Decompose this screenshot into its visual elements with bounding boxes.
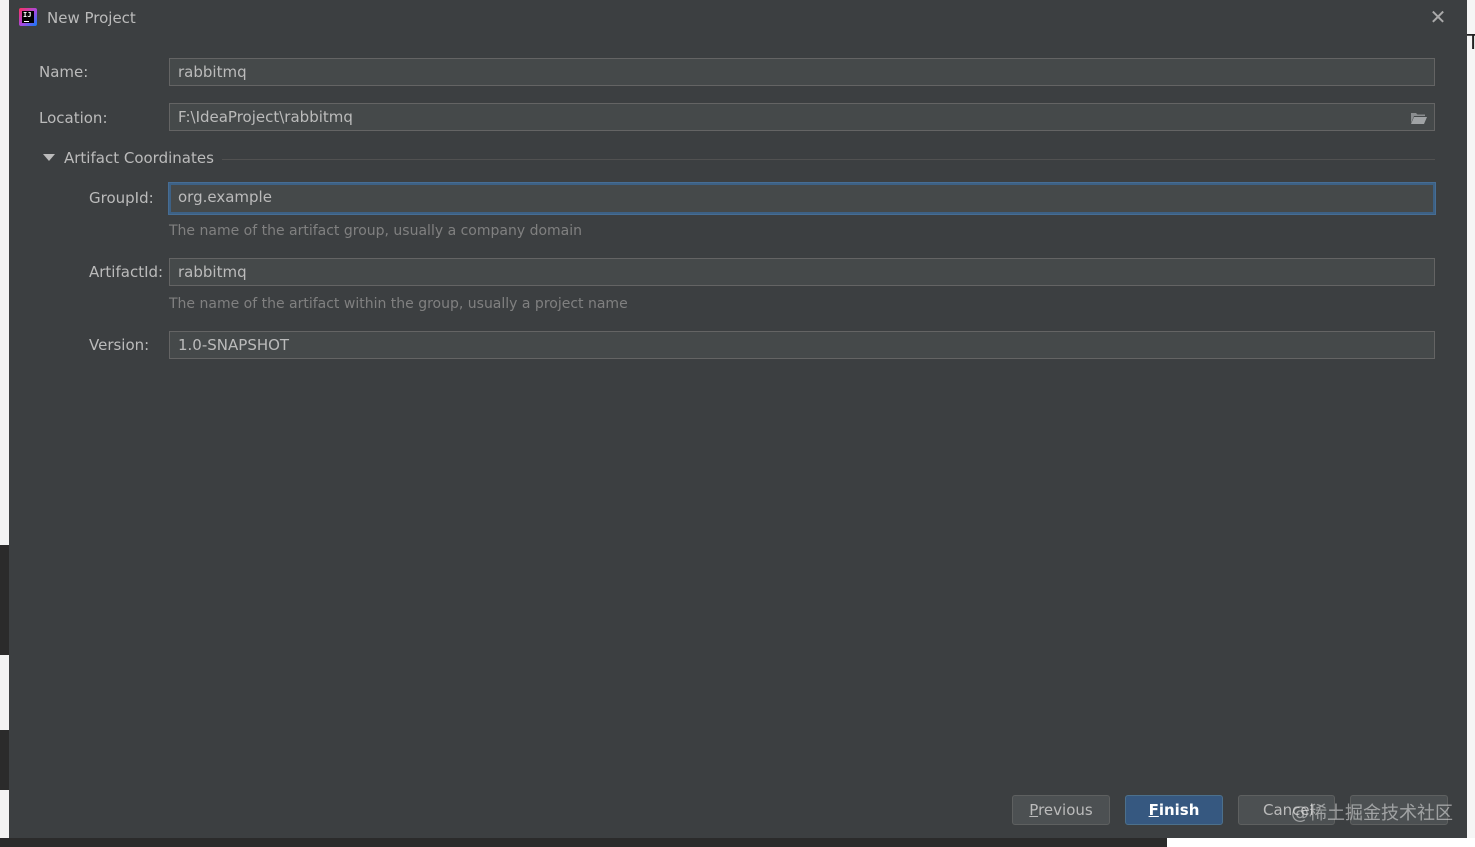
background-window-bottom bbox=[9, 838, 1475, 847]
name-field[interactable]: rabbitmq bbox=[169, 58, 1435, 86]
background-strip bbox=[1167, 838, 1475, 847]
section-divider bbox=[222, 159, 1435, 160]
previous-mnemonic: P bbox=[1029, 801, 1039, 819]
previous-label: revious bbox=[1038, 801, 1093, 819]
location-label: Location: bbox=[39, 109, 108, 127]
finish-button[interactable]: Finish bbox=[1125, 795, 1223, 825]
cancel-button[interactable]: Cancel bbox=[1238, 795, 1335, 825]
close-icon[interactable]: ✕ bbox=[1427, 6, 1449, 28]
groupid-field[interactable]: org.example bbox=[169, 183, 1435, 214]
dialog-title: New Project bbox=[47, 9, 136, 27]
artifactid-field[interactable]: rabbitmq bbox=[169, 258, 1435, 286]
location-field[interactable]: F:\IdeaProject\rabbitmq bbox=[169, 103, 1435, 131]
previous-button[interactable]: Previous bbox=[1012, 795, 1110, 825]
finish-mnemonic: F bbox=[1148, 801, 1159, 819]
help-button[interactable] bbox=[1350, 795, 1448, 825]
groupid-hint: The name of the artifact group, usually … bbox=[169, 223, 582, 239]
artifactid-label: ArtifactId: bbox=[89, 263, 164, 281]
name-label: Name: bbox=[39, 63, 89, 81]
background-window-right: T bbox=[1467, 0, 1475, 847]
groupid-label: GroupId: bbox=[89, 189, 154, 207]
artifact-coordinates-header[interactable]: Artifact Coordinates bbox=[64, 149, 214, 167]
background-text: T bbox=[1467, 30, 1475, 54]
folder-icon[interactable] bbox=[1410, 111, 1428, 125]
version-field[interactable]: 1.0-SNAPSHOT bbox=[169, 331, 1435, 359]
intellij-idea-icon: IJ bbox=[19, 8, 37, 26]
background-strip bbox=[0, 545, 9, 655]
finish-label: inish bbox=[1158, 801, 1200, 819]
new-project-dialog: IJ New Project ✕ Name: rabbitmq Location… bbox=[9, 0, 1467, 838]
collapse-arrow-icon[interactable] bbox=[43, 154, 55, 161]
version-label: Version: bbox=[89, 336, 150, 354]
dialog-titlebar[interactable]: IJ New Project ✕ bbox=[9, 0, 1467, 36]
background-strip bbox=[0, 838, 9, 847]
artifactid-hint: The name of the artifact within the grou… bbox=[169, 296, 628, 312]
background-strip bbox=[0, 730, 9, 790]
